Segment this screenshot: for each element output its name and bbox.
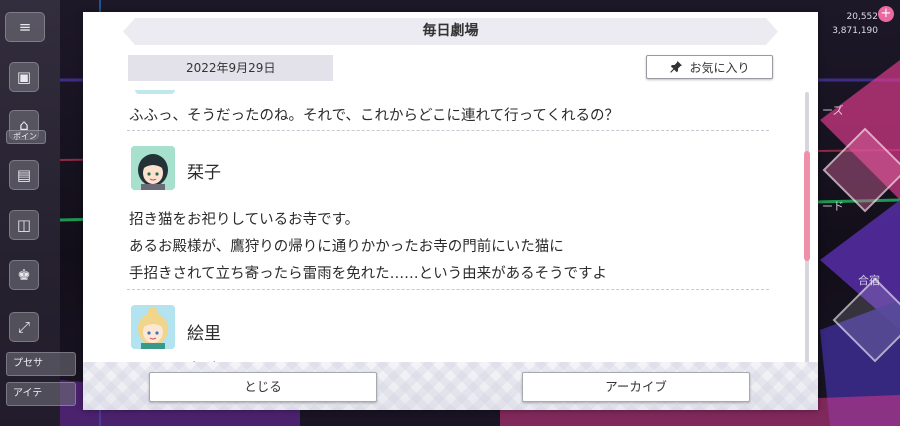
left-tag-1[interactable]: プセサ [6,352,76,376]
favorite-label: お気に入り [689,60,750,75]
scrollbar-thumb[interactable] [804,151,810,261]
divider [127,289,769,290]
script-scroll-area[interactable]: ふふっ、そうだったのね。それで、これからどこに連れて行ってくれるの？ 栞子 招き… [127,90,777,373]
add-currency-button[interactable]: + [878,6,894,22]
dialog-footer: とじる アーカイブ [83,362,818,410]
daily-theater-dialog: 毎日劇場 2022年9月29日 お気に入り ふふっ、そうだったのね。それで、これ… [83,12,818,410]
avatar-eli [131,305,175,349]
left-tag-2[interactable]: アイテ [6,382,76,406]
chat-icon[interactable]: ▣ [9,62,39,92]
present-icon[interactable]: ◫ [9,210,39,240]
avatar-shioriko [131,146,175,190]
close-button[interactable]: とじる [149,372,377,402]
coin-count-top: 20,552 [846,12,879,22]
dialogue-line: 手招きされて立ち寄ったら雷雨を免れた……という由来があるそうですよ [129,266,608,282]
speaker-name: 栞子 [187,163,221,183]
dialogue-line: 招き猫をお祀りしているお寺です。 [129,212,360,228]
dialogue-line: ふふっ、そうだったのね。それで、これからどこに連れて行ってくれるの？ [129,108,619,124]
dialogue-line: あるお殿様が、鷹狩りの帰りに通りかかったお寺の門前にいた猫に [129,239,564,255]
pin-icon [670,61,683,73]
archive-button[interactable]: アーカイブ [522,372,750,402]
coin-count-bottom: 3,871,190 [832,26,878,36]
dialog-title: 毎日劇場 [123,18,778,45]
menu-icon[interactable]: ≡ [5,12,45,42]
trophy-icon[interactable]: ♚ [9,260,39,290]
bg-label-1: ーズ [822,104,844,117]
speaker-name: 絵里 [187,324,221,344]
favorite-button[interactable]: お気に入り [646,55,773,79]
date-label: 2022年9月29日 [128,55,333,81]
gift-icon[interactable]: ▤ [9,160,39,190]
avatar-partial [135,90,175,94]
bg-label-2: ード [822,200,844,213]
expand-icon[interactable]: ⤢ [9,312,39,342]
left-tag-3: ポイン [6,130,46,144]
divider [127,130,769,131]
